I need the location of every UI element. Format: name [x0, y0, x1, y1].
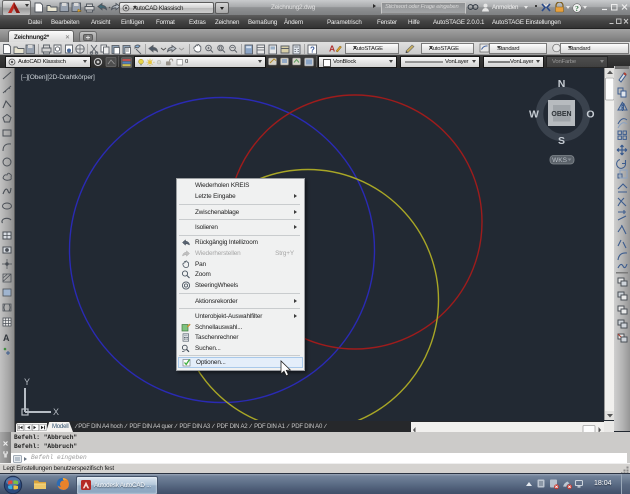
svg-text:[–][Oben][2D-Drahtkörper]: [–][Oben][2D-Drahtkörper]	[21, 74, 95, 81]
svg-text:?: ?	[310, 46, 315, 55]
svg-text:OBEN: OBEN	[551, 111, 571, 118]
svg-text:A: A	[329, 44, 335, 54]
svg-text:Y: Y	[24, 377, 30, 387]
svg-text:WKS: WKS	[552, 157, 567, 164]
svg-text:S: S	[558, 135, 565, 147]
svg-text:O: O	[586, 109, 594, 121]
svg-text:N: N	[558, 78, 566, 90]
svg-text:X: X	[53, 407, 59, 417]
svg-text:W: W	[529, 109, 539, 121]
svg-text:A: A	[3, 333, 10, 343]
svg-text:?: ?	[575, 3, 579, 12]
